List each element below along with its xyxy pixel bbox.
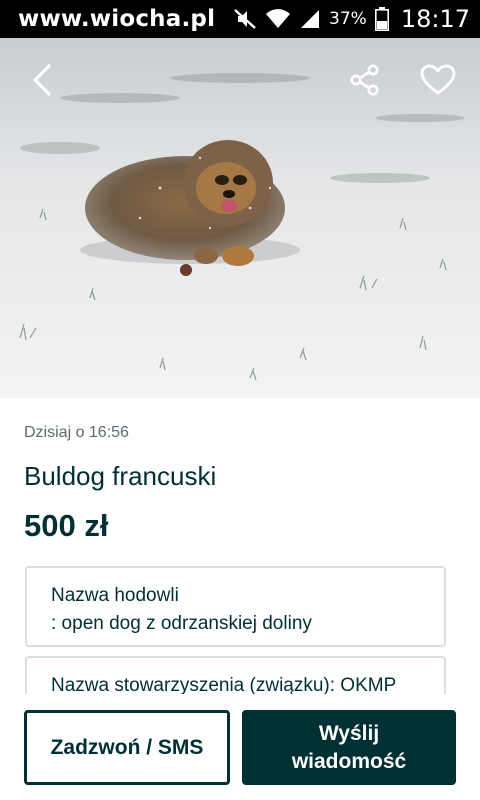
heart-outline-icon <box>420 64 456 95</box>
signal-icon <box>299 8 321 30</box>
dog-in-snow-photo <box>0 38 480 398</box>
watermark: www.wiocha.pl <box>18 6 216 32</box>
call-sms-label: Zadzwoń / SMS <box>50 735 204 759</box>
param-value: : open dog z odrzanskiej doliny <box>51 613 312 634</box>
battery-percent: 37% <box>329 9 367 29</box>
favorite-button[interactable] <box>418 60 458 100</box>
bottom-action-bar: Zadzwoń / SMS Wyślij wiadomość <box>0 694 480 800</box>
status-icons: 37% 18:17 <box>233 0 470 38</box>
chevron-left-icon <box>33 64 51 96</box>
status-bar: www.wiocha.pl 37% 18:17 <box>0 0 480 38</box>
mute-icon <box>233 8 257 30</box>
send-message-button[interactable]: Wyślij wiadomość <box>242 710 456 785</box>
param-label: Nazwa hodowli <box>51 585 179 606</box>
call-sms-button[interactable]: Zadzwoń / SMS <box>24 710 230 785</box>
clock: 18:17 <box>400 5 470 33</box>
share-button[interactable] <box>345 60 385 100</box>
listing-photo[interactable] <box>0 38 480 398</box>
battery-icon <box>374 7 389 31</box>
listing-title: Buldog francuski <box>24 461 217 491</box>
listing-date: Dzisiaj o 16:56 <box>24 424 129 441</box>
param-breeding-name: Nazwa hodowli : open dog z odrzanskiej d… <box>25 566 446 647</box>
back-button[interactable] <box>22 60 62 100</box>
share-icon <box>350 64 379 96</box>
listing-price: 500 zł <box>24 508 109 543</box>
wifi-icon <box>265 8 291 30</box>
send-message-label-line-2: wiadomość <box>291 749 407 773</box>
send-message-label-line-1: Wyślij <box>318 721 380 745</box>
